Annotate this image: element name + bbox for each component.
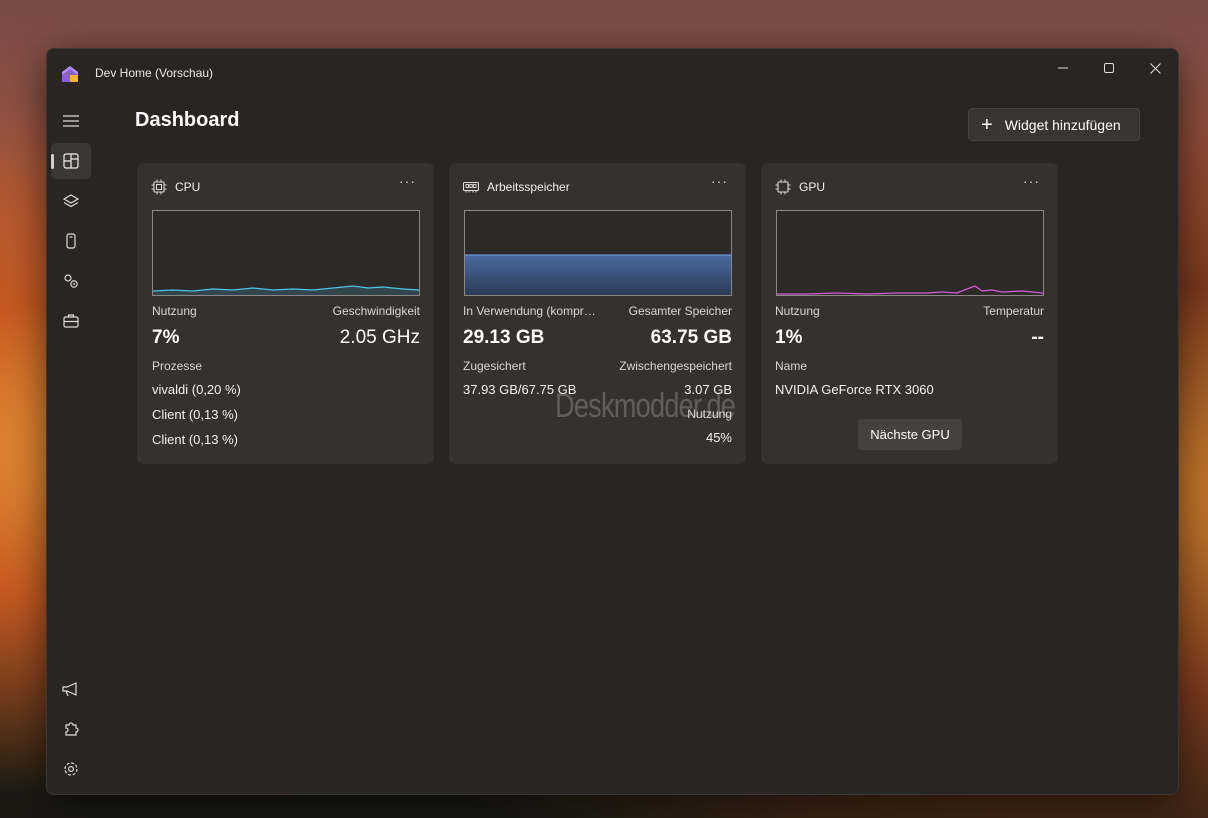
nav-item-settings[interactable] <box>51 751 91 787</box>
next-gpu-button[interactable]: Nächste GPU <box>858 419 962 450</box>
gpu-more-options-icon[interactable]: ··· <box>1023 173 1040 189</box>
memory-usage-area <box>465 254 731 295</box>
nav-item-dev-drive[interactable] <box>51 303 91 339</box>
cpu-processes-label: Prozesse <box>152 359 203 373</box>
memory-committed-label: Zugesichert <box>463 359 526 373</box>
dev-home-logo-icon <box>62 66 78 82</box>
maximize-button[interactable] <box>1086 54 1132 82</box>
cpu-process-item: Client (0,13 %) <box>152 407 238 422</box>
memory-ram-icon <box>463 181 479 193</box>
gpu-widget-title: GPU <box>799 180 826 194</box>
memory-usage-value: 45% <box>705 430 732 445</box>
memory-total-label: Gesamter Speicher <box>628 304 732 318</box>
toolbox-icon <box>63 314 79 328</box>
page-title: Dashboard <box>135 109 240 131</box>
gpu-usage-chart <box>776 210 1044 296</box>
maximize-icon <box>1104 63 1114 73</box>
gpu-usage-line <box>777 285 1044 295</box>
cpu-widget-header: CPU <box>151 179 200 195</box>
cpu-usage-chart <box>152 210 420 296</box>
memory-total-value: 63.75 GB <box>650 327 732 348</box>
add-widget-button[interactable]: + Widget hinzufügen <box>968 108 1140 141</box>
nav-item-environments[interactable] <box>51 223 91 259</box>
title-bar[interactable]: Dev Home (Vorschau) <box>47 49 1178 97</box>
cpu-widget: CPU ··· Nutzung Geschwindigkeit 7% 2.05 … <box>137 163 434 464</box>
memory-widget-title: Arbeitsspeicher <box>487 180 570 194</box>
add-widget-label: Widget hinzufügen <box>1004 116 1121 133</box>
cpu-usage-value: 7% <box>152 327 180 348</box>
nav-item-utilities[interactable] <box>51 263 91 299</box>
cpu-chip-icon <box>151 179 167 195</box>
window-title: Dev Home (Vorschau) <box>95 66 214 80</box>
cpu-speed-label: Geschwindigkeit <box>332 304 420 318</box>
memory-cached-label: Zwischengespeichert <box>619 359 732 373</box>
gpu-name-value: NVIDIA GeForce RTX 3060 <box>775 382 934 397</box>
cpu-speed-value: 2.05 GHz <box>339 327 420 348</box>
device-icon <box>66 233 76 249</box>
minimize-button[interactable] <box>1040 54 1086 82</box>
gpu-widget-header: GPU <box>775 179 825 195</box>
cpu-widget-title: CPU <box>175 180 201 194</box>
memory-in-use-label: In Verwendung (kompr… <box>463 304 596 318</box>
cpu-usage-line <box>152 285 420 295</box>
gpu-usage-label: Nutzung <box>775 304 820 318</box>
plus-icon: + <box>981 113 993 136</box>
dashboard-icon <box>63 153 79 169</box>
gpu-name-label: Name <box>775 359 808 373</box>
hamburger-menu-icon <box>63 115 79 127</box>
close-button[interactable] <box>1132 54 1178 82</box>
cpu-usage-label: Nutzung <box>152 304 197 318</box>
cpu-process-item: Client (0,13 %) <box>152 432 238 447</box>
gpu-chip-icon <box>775 179 791 195</box>
nav-item-extensions[interactable] <box>51 711 91 747</box>
cpu-process-item: vivaldi (0,20 %) <box>152 382 241 397</box>
minimize-icon <box>1058 67 1068 69</box>
watermark-text: Deskmodder.de <box>555 387 736 425</box>
memory-in-use-value: 29.13 GB <box>463 327 545 348</box>
megaphone-icon <box>62 682 77 697</box>
gpu-temp-label: Temperatur <box>983 304 1044 318</box>
memory-usage-chart <box>464 210 732 296</box>
nav-item-machine-configuration[interactable] <box>51 183 91 219</box>
layers-icon <box>63 194 79 208</box>
settings-gears-icon <box>64 274 78 288</box>
settings-icon <box>64 762 78 776</box>
gpu-usage-value: 1% <box>775 327 803 348</box>
memory-widget-header: Arbeitsspeicher <box>463 179 570 195</box>
nav-item-dashboard[interactable] <box>51 143 91 179</box>
extensions-puzzle-icon <box>65 722 79 736</box>
memory-more-options-icon[interactable]: ··· <box>711 173 728 189</box>
gpu-temp-value: -- <box>1031 327 1044 348</box>
close-icon <box>1149 62 1161 74</box>
gpu-widget: GPU ··· Nutzung Temperatur 1% -- Name NV… <box>761 163 1058 464</box>
nav-item-whats-new[interactable] <box>51 671 91 707</box>
cpu-more-options-icon[interactable]: ··· <box>399 173 416 189</box>
nav-menu-toggle[interactable] <box>51 103 91 139</box>
